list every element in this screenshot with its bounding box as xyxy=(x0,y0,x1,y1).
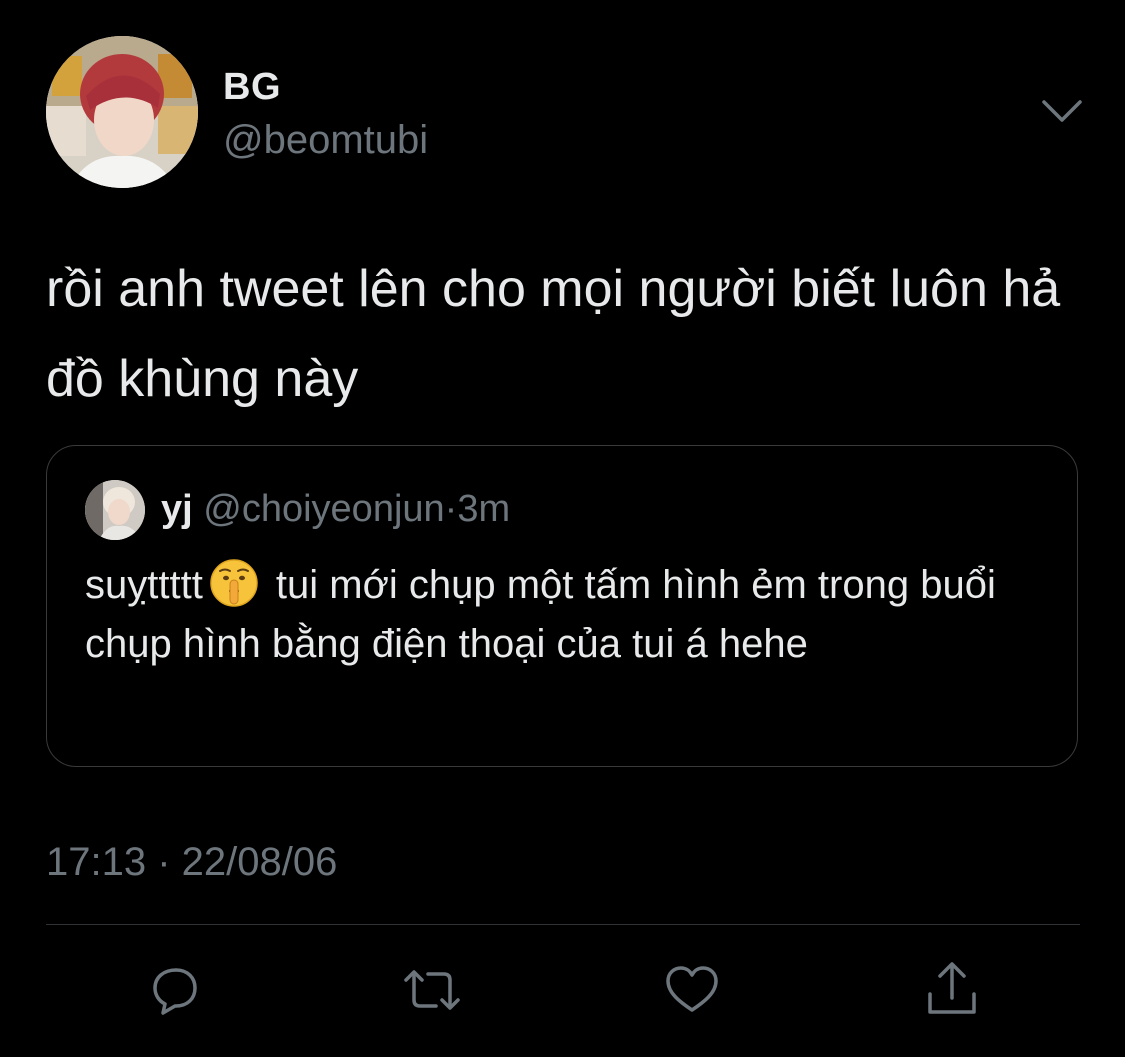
shushing-face-emoji xyxy=(209,558,259,608)
chevron-down-icon[interactable] xyxy=(1040,96,1084,126)
divider xyxy=(46,924,1080,925)
author-name[interactable]: BG xyxy=(223,66,281,109)
quoted-tweet-card[interactable]: yj @choiyeonjun·3m suỵttttt tui mới chụp… xyxy=(46,445,1078,767)
tweet-detail: BG @beomtubi rồi anh tweet lên cho mọi n… xyxy=(0,0,1125,1057)
quote-author-name[interactable]: yj xyxy=(161,488,193,530)
quote-header: yj @choiyeonjun·3m xyxy=(161,488,510,531)
tweet-text: rồi anh tweet lên cho mọi người biết luô… xyxy=(46,260,1061,408)
quote-text: suỵttttt tui mới chụp một tấm hình ẻm tr… xyxy=(85,556,1055,674)
quote-author-handle[interactable]: @choiyeonjun xyxy=(203,488,444,530)
quote-separator: · xyxy=(444,488,458,530)
author-handle[interactable]: @beomtubi xyxy=(223,118,428,163)
author-avatar[interactable] xyxy=(46,36,198,188)
reply-icon[interactable] xyxy=(145,960,205,1020)
author-avatar-image xyxy=(46,36,198,188)
heart-icon[interactable] xyxy=(662,960,722,1020)
quote-time: 3m xyxy=(457,488,511,530)
quote-text-before-emoji: suỵttttt xyxy=(85,563,203,607)
share-icon[interactable] xyxy=(922,960,982,1020)
tweet-timestamp[interactable]: 17:13 · 22/08/06 xyxy=(46,840,337,885)
retweet-icon[interactable] xyxy=(402,960,462,1020)
quote-avatar-image xyxy=(85,480,145,540)
quote-author-avatar[interactable] xyxy=(85,480,145,540)
